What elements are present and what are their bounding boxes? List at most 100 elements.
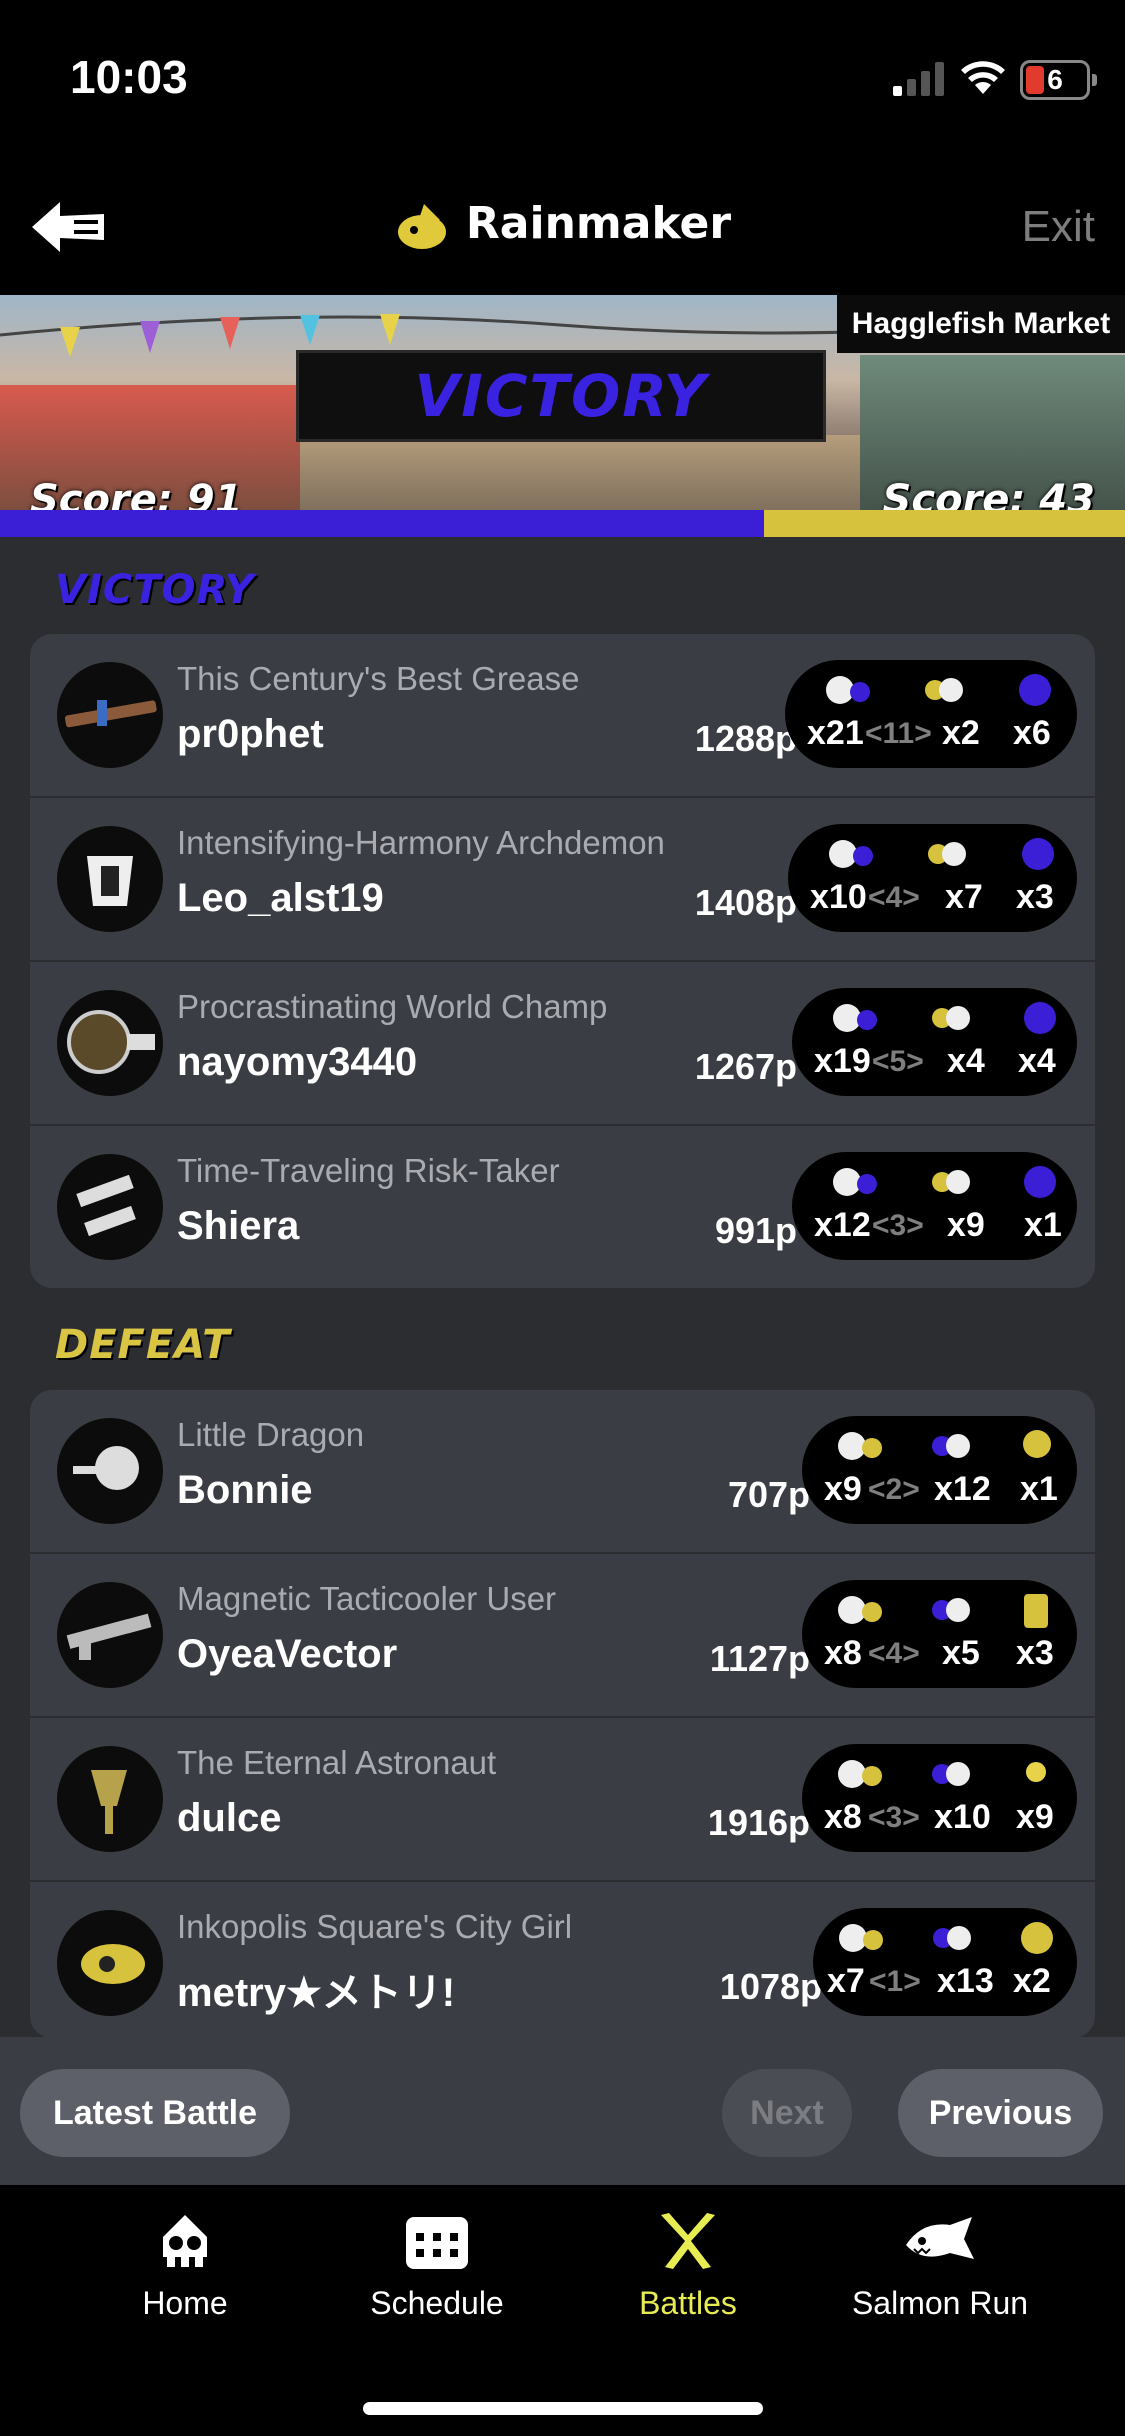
player-stats: x21 <11> x2 x6 [785,660,1077,768]
player-row[interactable]: Time-Traveling Risk-Taker Shiera 991p x1… [30,1126,1095,1288]
defeat-team-card: Little Dragon Bonnie 707p x9 <2> x12 x1 [30,1390,1095,2038]
player-name: metry★メトリ! [177,1971,456,2015]
player-title: Magnetic Tacticooler User [177,1580,557,1617]
player-stats: x12 <3> x9 x1 [792,1152,1077,1260]
tab-salmon-run[interactable]: Salmon Run [815,2211,1065,2322]
player-title: Procrastinating World Champ [177,988,608,1025]
player-points: 1408p [694,882,797,923]
weapon-icon [87,856,133,906]
player-name: pr0phet [177,712,324,756]
player-title: Intensifying-Harmony Archdemon [177,824,665,861]
player-row[interactable]: Inkopolis Square's City Girl metry★メトリ! … [30,1882,1095,2038]
weapon-icon [73,1446,139,1490]
kills-count: x8 [824,1798,862,1836]
tab-schedule[interactable]: Schedule [312,2211,562,2322]
player-row[interactable]: Procrastinating World Champ nayomy3440 1… [30,962,1095,1126]
player-stats: x7 <1> x13 x2 [813,1908,1077,2016]
tab-label: Home [142,2285,228,2321]
player-row[interactable]: Little Dragon Bonnie 707p x9 <2> x12 x1 [30,1390,1095,1554]
player-title: This Century's Best Grease [177,660,580,697]
assists-count: <3> [872,1209,924,1242]
player-title: Time-Traveling Risk-Taker [177,1152,560,1189]
battle-nav-bar: Latest Battle Next Previous [0,2037,1125,2185]
weapon-avatar [57,1418,163,1524]
assists-count: <2> [868,1473,920,1506]
specials-count: x1 [1020,1470,1058,1508]
player-name: Shiera [177,1204,300,1248]
battery-level: 6 [1047,64,1063,95]
scoreboard: VICTORY This Century's Best Grease pr0ph… [0,537,1125,2038]
player-row[interactable]: This Century's Best Grease pr0phet 1288p… [30,634,1095,798]
kills-count: x8 [824,1634,862,1672]
stat-icons [833,1166,1056,1198]
score-bar-winner [0,510,764,537]
battery-icon: 6 [1020,60,1097,100]
score-bar-loser [764,510,1125,537]
specials-count: x1 [1024,1206,1062,1244]
tab-home[interactable]: Home [60,2211,310,2322]
deaths-count: x2 [942,714,980,752]
assists-count: <4> [868,881,920,914]
specials-count: x6 [1013,714,1051,752]
weapon-icon [67,1010,155,1074]
specials-count: x3 [1016,1634,1054,1672]
exit-button[interactable]: Exit [1022,202,1095,252]
deaths-count: x9 [947,1206,985,1244]
deaths-count: x10 [934,1798,991,1836]
victory-team-card: This Century's Best Grease pr0phet 1288p… [30,634,1095,1288]
stat-icons [829,838,1054,870]
specials-count: x3 [1016,878,1054,916]
weapon-icon [81,1944,145,1984]
weapon-icon [66,1613,152,1660]
result-text: VICTORY [414,362,708,430]
latest-battle-button[interactable]: Latest Battle [20,2069,290,2157]
player-row[interactable]: Intensifying-Harmony Archdemon Leo_alst1… [30,798,1095,962]
player-name: dulce [177,1796,282,1840]
player-name: nayomy3440 [177,1040,418,1084]
result-banner: VICTORY Hagglefish Market Score: 91 Scor… [0,295,1125,537]
weapon-icon [91,1770,127,1834]
tab-label: Battles [639,2285,737,2321]
specials-count: x2 [1013,1962,1051,2000]
player-points: 707p [727,1474,810,1515]
kills-count: x10 [810,878,867,916]
cellular-signal-icon [893,62,944,96]
tab-battles[interactable]: Battles [563,2211,813,2322]
page-title-text: Rainmaker [465,198,732,249]
squid-icon [163,2215,207,2267]
weapon-icon [76,1174,136,1237]
player-row[interactable]: Magnetic Tacticooler User OyeaVector 112… [30,1554,1095,1718]
assists-count: <4> [868,1637,920,1670]
home-indicator[interactable] [363,2402,763,2415]
deaths-count: x4 [947,1042,985,1080]
assists-count: <5> [872,1045,924,1078]
next-button[interactable]: Next [722,2069,852,2157]
deaths-count: x12 [934,1470,991,1508]
stat-icons [838,1760,1046,1788]
player-points: 1916p [707,1802,810,1843]
assists-count: <1> [869,1965,921,1998]
kills-count: x12 [814,1206,871,1244]
player-row[interactable]: The Eternal Astronaut dulce 1916p x8 <3>… [30,1718,1095,1882]
weapon-avatar [57,1746,163,1852]
deaths-count: x13 [937,1962,994,2000]
victory-section-label: VICTORY [55,567,255,613]
player-stats: x10 <4> x7 x3 [788,824,1077,932]
status-time: 10:03 [70,51,188,103]
tab-label: Salmon Run [851,2285,1029,2321]
calendar-icon [406,2217,468,2269]
player-title: Inkopolis Square's City Girl [177,1908,573,1945]
status-bar: 10:03 6 [0,0,1125,160]
rainmaker-icon [397,204,446,249]
previous-button[interactable]: Previous [898,2069,1103,2157]
player-stats: x8 <4> x5 x3 [802,1580,1077,1688]
player-name: Leo_alst19 [177,876,384,920]
specials-count: x9 [1016,1798,1054,1836]
player-points: 1288p [694,718,797,759]
tab-bar: Home Schedule Battles Salmon Run [0,2185,1125,2436]
stat-icons [838,1594,1048,1628]
stat-icons [839,1922,1053,1954]
player-stats: x19 <5> x4 x4 [792,988,1077,1096]
nav-bar: Rainmaker Exit [0,160,1125,295]
player-points: 1078p [719,1966,822,2007]
